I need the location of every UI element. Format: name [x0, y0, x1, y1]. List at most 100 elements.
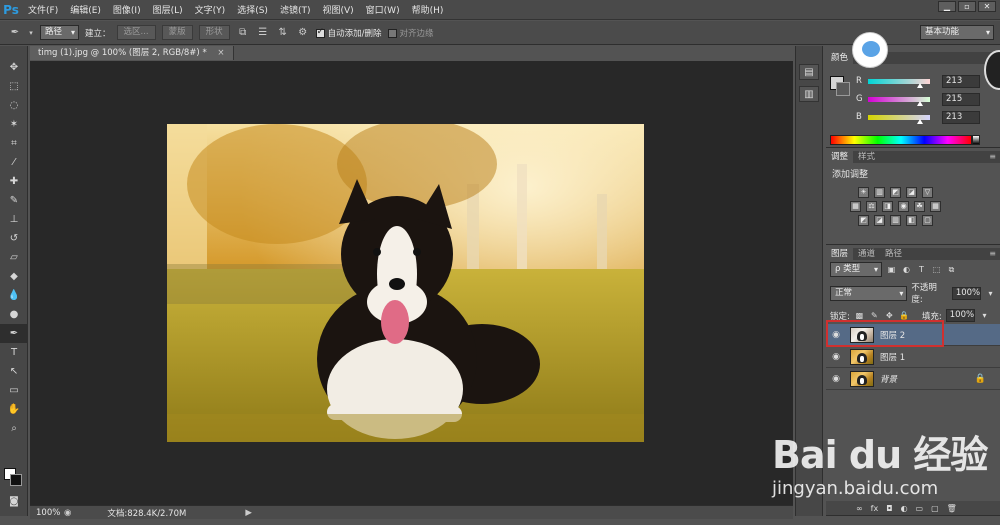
move-tool-icon[interactable]: ✥ [0, 58, 28, 77]
new-layer-icon[interactable]: ▢ [931, 504, 939, 513]
channel-mixer-icon[interactable]: ☘ [914, 201, 925, 212]
menu-filter[interactable]: 滤镜(T) [274, 3, 317, 16]
zoom-level[interactable]: 100% [30, 508, 64, 518]
make-selection-button[interactable]: 选区... [116, 25, 156, 40]
blue-slider-thumb[interactable] [916, 118, 923, 124]
red-slider[interactable] [868, 78, 930, 88]
status-menu-arrow-icon[interactable]: ▶ [245, 508, 252, 518]
blue-value-input[interactable]: 213 [942, 110, 980, 124]
selective-color-icon[interactable]: ▢ [922, 215, 933, 226]
maximize-button[interactable]: ▫ [958, 1, 976, 12]
pen-tool-icon[interactable]: ✒ [8, 26, 22, 40]
fill-dropdown-icon[interactable]: ▾ [979, 310, 990, 321]
zoom-tool-icon[interactable]: ⌕ [0, 419, 28, 438]
eye-icon[interactable]: ◉ [826, 374, 846, 384]
green-slider[interactable] [868, 96, 930, 106]
photo-filter-icon[interactable]: ◉ [898, 201, 909, 212]
levels-icon[interactable]: ▥ [874, 187, 885, 198]
layer-row-layer-2[interactable]: ◉ 图层 2 [826, 324, 1000, 346]
layer-name[interactable]: 图层 2 [880, 329, 905, 341]
menu-select[interactable]: 选择(S) [231, 3, 274, 16]
blue-slider[interactable] [868, 114, 930, 124]
paint-bucket-tool-icon[interactable]: ◆ [0, 267, 28, 286]
panel-menu-icon[interactable]: ≡ [989, 248, 996, 260]
filter-type-icon[interactable]: T [916, 264, 927, 275]
layer-row-layer-1[interactable]: ◉ 图层 1 [826, 346, 1000, 368]
filter-pixel-icon[interactable]: ▣ [886, 264, 897, 275]
lock-image-icon[interactable]: ✎ [869, 310, 880, 321]
eye-icon[interactable]: ◉ [826, 330, 846, 340]
status-options-icon[interactable]: ◉ [64, 508, 71, 518]
hue-saturation-icon[interactable]: ▦ [850, 201, 861, 212]
gear-icon[interactable]: ⚙ [296, 26, 310, 40]
marquee-tool-icon[interactable]: ⬚ [0, 77, 28, 96]
curves-icon[interactable]: ◩ [890, 187, 901, 198]
tool-preset-chevron-icon[interactable]: ▾ [28, 26, 34, 40]
canvas-area[interactable] [30, 61, 793, 505]
history-panel-icon[interactable]: ▤ [799, 64, 819, 80]
history-brush-tool-icon[interactable]: ↺ [0, 229, 28, 248]
color-lookup-icon[interactable]: ▦ [930, 201, 941, 212]
layer-row-background[interactable]: ◉ 背景 🔒 [826, 368, 1000, 390]
path-selection-tool-icon[interactable]: ↖ [0, 362, 28, 381]
dodge-tool-icon[interactable]: ● [0, 305, 28, 324]
workspace-select[interactable]: 基本功能 [920, 25, 994, 40]
tab-paths[interactable]: 路径 [880, 248, 907, 260]
red-slider-thumb[interactable] [916, 82, 923, 88]
actions-panel-icon[interactable]: ▥ [799, 86, 819, 102]
close-document-icon[interactable]: × [217, 48, 224, 58]
tab-styles[interactable]: 样式 [853, 151, 880, 163]
red-value-input[interactable]: 213 [942, 74, 980, 88]
close-window-button[interactable]: ✕ [978, 1, 996, 12]
filter-smart-object-icon[interactable]: ⧉ [946, 264, 957, 275]
background-color-swatch[interactable] [10, 474, 22, 486]
path-arrangement-icon[interactable]: ⇅ [276, 26, 290, 40]
menu-edit[interactable]: 编辑(E) [64, 3, 107, 16]
eye-icon[interactable]: ◉ [826, 352, 846, 362]
menu-type[interactable]: 文字(Y) [189, 3, 232, 16]
menu-view[interactable]: 视图(V) [316, 3, 359, 16]
opacity-input[interactable]: 100% [951, 286, 982, 300]
rectangle-tool-icon[interactable]: ▭ [0, 381, 28, 400]
pen-mode-select[interactable]: 路径 [40, 25, 80, 40]
type-tool-icon[interactable]: T [0, 343, 28, 362]
new-group-icon[interactable]: ▭ [916, 504, 924, 513]
opacity-dropdown-icon[interactable]: ▾ [985, 288, 996, 299]
document-tab[interactable]: timg (1).jpg @ 100% (图层 2, RGB/8#) * × [30, 46, 234, 60]
quick-mask-icon[interactable]: ◙ [0, 492, 28, 511]
document-canvas[interactable] [167, 124, 644, 442]
clone-stamp-tool-icon[interactable]: ⊥ [0, 210, 28, 229]
filter-adjustment-icon[interactable]: ◐ [901, 264, 912, 275]
tab-channels[interactable]: 通道 [853, 248, 880, 260]
menu-window[interactable]: 窗口(W) [360, 3, 406, 16]
grayscale-ramp[interactable] [972, 135, 980, 145]
layer-style-icon[interactable]: fx [871, 504, 879, 513]
vibrance-icon[interactable]: ▽ [922, 187, 933, 198]
minimize-button[interactable]: ▁ [938, 1, 956, 12]
menu-layer[interactable]: 图层(L) [147, 3, 189, 16]
filter-shape-icon[interactable]: ⬚ [931, 264, 942, 275]
tab-color[interactable]: 颜色 [826, 52, 854, 64]
menu-file[interactable]: 文件(F) [22, 3, 64, 16]
menu-help[interactable]: 帮助(H) [406, 3, 450, 16]
magic-wand-tool-icon[interactable]: ✶ [0, 115, 28, 134]
crop-tool-icon[interactable]: ⌗ [0, 134, 28, 153]
black-white-icon[interactable]: ◨ [882, 201, 893, 212]
layer-name[interactable]: 背景 [880, 373, 897, 385]
path-alignment-icon[interactable]: ☰ [256, 26, 270, 40]
fill-input[interactable]: 100% [945, 309, 976, 322]
make-mask-button[interactable]: 蒙版 [161, 25, 193, 40]
lock-transparent-icon[interactable]: ▩ [854, 310, 865, 321]
make-shape-button[interactable]: 形状 [198, 25, 230, 40]
menu-image[interactable]: 图像(I) [107, 3, 147, 16]
floating-assistant-icon[interactable] [852, 32, 888, 68]
panel-menu-icon[interactable]: ≡ [989, 151, 996, 163]
invert-icon[interactable]: ◩ [858, 215, 869, 226]
auto-add-delete-checkbox[interactable]: 自动添加/删除 [315, 27, 382, 39]
align-edges-checkbox[interactable]: 对齐边缘 [387, 27, 434, 39]
exposure-icon[interactable]: ◪ [906, 187, 917, 198]
blur-tool-icon[interactable]: 💧 [0, 286, 28, 305]
brush-tool-icon[interactable]: ✎ [0, 191, 28, 210]
layer-name[interactable]: 图层 1 [880, 351, 905, 363]
lock-all-icon[interactable]: 🔒 [899, 310, 910, 321]
